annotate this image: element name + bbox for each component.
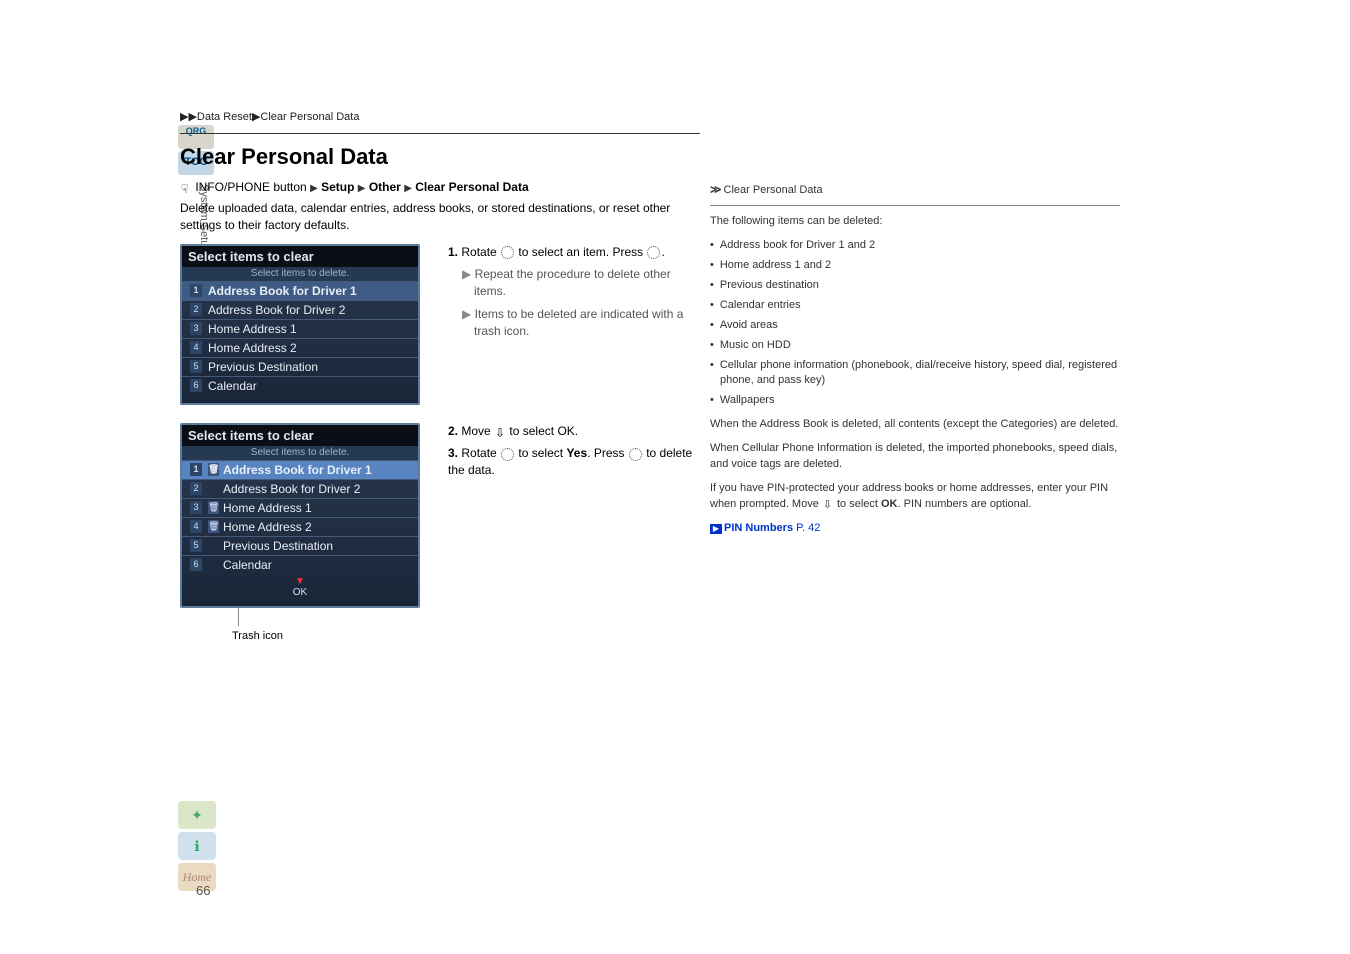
shot1-header: Select items to clear (182, 246, 418, 267)
intro-text: Delete uploaded data, calendar entries, … (180, 200, 700, 234)
list-item: Address Book for Driver 1 (208, 284, 357, 298)
nav-path: ☟ INFO/PHONE button ▶ Setup ▶ Other ▶ Cl… (180, 180, 700, 194)
screenshot-1: Select items to clear Select items to de… (180, 244, 430, 405)
side-bullet: Calendar entries (710, 298, 1120, 314)
step-1: 1. Rotate to select an item. Press . (448, 244, 700, 261)
step-1-sub1: ▶ Repeat the procedure to delete other i… (462, 266, 700, 300)
shot2-ok: OK (293, 587, 307, 598)
list-item: Previous Destination (208, 360, 318, 374)
side-info-box: ≫Clear Personal Data The following items… (710, 183, 1120, 537)
side-bullet: Cellular phone information (phonebook, d… (710, 358, 1120, 390)
rotate-knob-icon (501, 448, 514, 461)
page-title: Clear Personal Data (180, 144, 700, 170)
trash-icon-label: Trash icon (232, 630, 430, 642)
trash-icon: 🗑 (208, 520, 219, 533)
list-item: Address Book for Driver 2 (223, 482, 360, 496)
shot1-sub: Select items to delete. (182, 267, 418, 281)
page-number: 66 (196, 883, 210, 898)
move-down-icon: ⇩ (823, 498, 833, 510)
side-bullet: Address book for Driver 1 and 2 (710, 238, 1120, 254)
move-down-icon: ⇩ (495, 425, 505, 437)
list-item: Home Address 1 (223, 501, 312, 515)
side-bullet: Home address 1 and 2 (710, 258, 1120, 274)
step-3: 3. Rotate to select Yes. Press to delete… (448, 445, 700, 479)
side-link[interactable]: ▶PIN Numbers P. 42 (710, 521, 1120, 537)
side-bullet-list: Address book for Driver 1 and 2 Home add… (710, 238, 1120, 409)
shot2-sub: Select items to delete. (182, 446, 418, 460)
list-item: Home Address 1 (208, 322, 297, 336)
list-item: Calendar (208, 379, 257, 393)
trash-icon: 🗑 (208, 501, 219, 514)
info-icon[interactable]: ℹ (178, 832, 216, 860)
bottom-icons: ✦ ℹ Home (178, 801, 216, 894)
press-knob-icon (647, 246, 660, 259)
side-header: Clear Personal Data (724, 184, 823, 196)
trash-icon: 🗑 (208, 463, 219, 476)
side-p3: If you have PIN-protected your address b… (710, 481, 1120, 513)
side-bullet: Avoid areas (710, 318, 1120, 334)
step-2: 2. Move ⇩ to select OK. (448, 423, 700, 440)
step-1-sub2: ▶ Items to be deleted are indicated with… (462, 306, 700, 340)
list-item: Previous Destination (223, 539, 333, 553)
screenshot-2: Select items to clear Select items to de… (180, 423, 430, 642)
link-icon: ▶ (710, 524, 722, 534)
list-item: Address Book for Driver 2 (208, 303, 345, 317)
shot2-header: Select items to clear (182, 425, 418, 446)
list-item: Home Address 2 (208, 341, 297, 355)
breadcrumb: ▶▶Data Reset▶Clear Personal Data (180, 110, 1170, 123)
list-item: Address Book for Driver 1 (223, 463, 372, 477)
rotate-knob-icon (501, 246, 514, 259)
side-p2: When Cellular Phone Information is delet… (710, 441, 1120, 473)
side-bullet: Previous destination (710, 278, 1120, 294)
side-bullet: Wallpapers (710, 393, 1120, 409)
hand-icon: ☟ (181, 182, 191, 194)
press-knob-icon (629, 448, 642, 461)
side-intro: The following items can be deleted: (710, 214, 1120, 230)
list-item: Home Address 2 (223, 520, 312, 534)
voice-icon[interactable]: ✦ (178, 801, 216, 829)
list-item: Calendar (223, 558, 272, 572)
side-bullet: Music on HDD (710, 338, 1120, 354)
side-p1: When the Address Book is deleted, all co… (710, 417, 1120, 433)
